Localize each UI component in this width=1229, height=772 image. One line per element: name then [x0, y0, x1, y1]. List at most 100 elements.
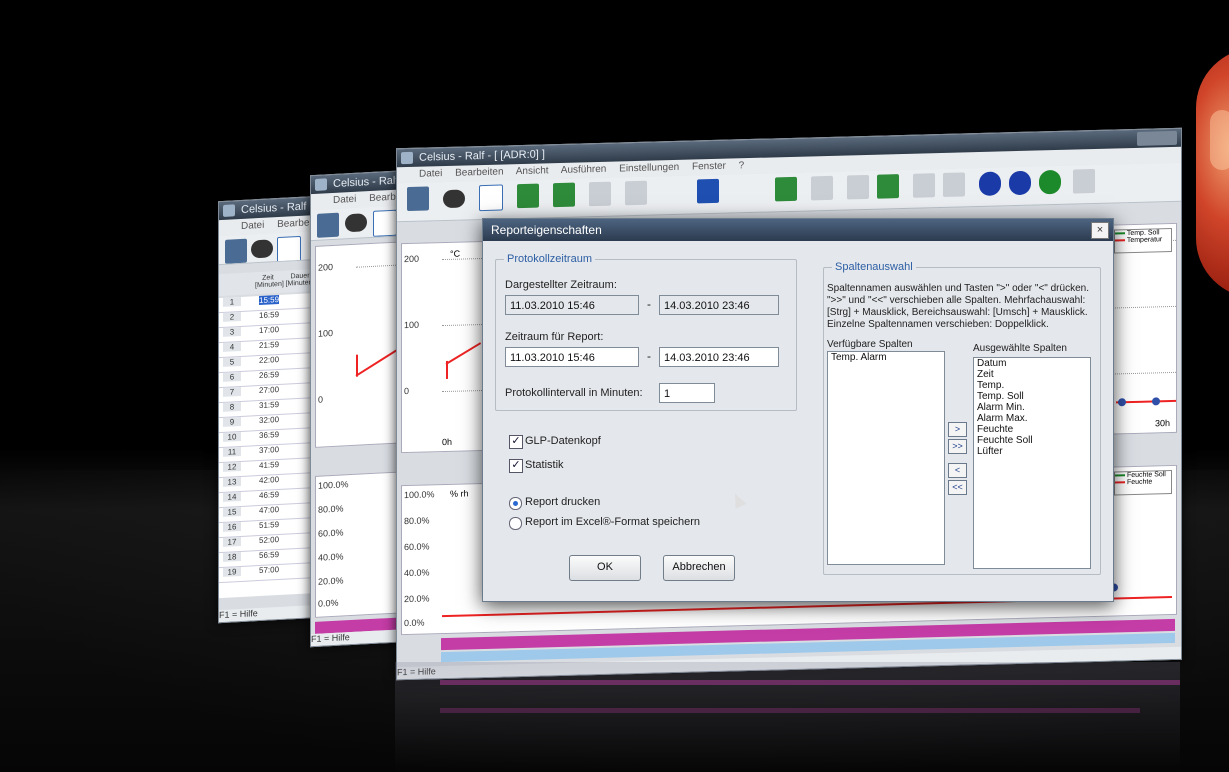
selected-column-item[interactable]: Zeit [974, 369, 1090, 380]
selected-column-item[interactable]: Temp. [974, 380, 1090, 391]
alarm-icon[interactable] [877, 174, 899, 199]
row-number: 10 [223, 431, 241, 442]
unit-label: % rh [450, 488, 469, 499]
row-value: 57:00 [259, 564, 280, 576]
selected-column-item[interactable]: Temp. Soll [974, 391, 1090, 402]
statistik-checkbox[interactable]: ✓ [509, 459, 523, 473]
row-value: 36:59 [259, 429, 280, 441]
document-icon[interactable] [479, 184, 503, 212]
unit-label: °C [450, 248, 461, 259]
app-icon [223, 204, 235, 217]
available-column-item[interactable]: Temp. Alarm [828, 352, 944, 363]
available-columns-label: Verfügbare Spalten [827, 339, 913, 350]
row-number: 16 [223, 521, 241, 532]
selected-column-item[interactable]: Feuchte Soll [974, 435, 1090, 446]
move-left-button[interactable]: < [948, 463, 967, 478]
selected-column-item[interactable]: Alarm Max. [974, 413, 1090, 424]
grid-icon[interactable] [1073, 168, 1095, 194]
menu-datei[interactable]: Datei [333, 194, 356, 206]
zoom-fit-icon[interactable] [1039, 169, 1061, 195]
print-icon[interactable] [345, 213, 367, 233]
row-number: 13 [223, 476, 241, 487]
selected-column-item[interactable]: Lüfter [974, 446, 1090, 457]
selected-column-item[interactable]: Alarm Min. [974, 402, 1090, 413]
selected-column-item[interactable]: Feuchte [974, 424, 1090, 435]
transfer-icon[interactable] [625, 180, 647, 206]
temp-line-vertical [356, 354, 358, 377]
download-icon[interactable] [553, 182, 575, 208]
open-icon[interactable] [317, 212, 339, 238]
export-icon[interactable] [811, 175, 833, 201]
stop-icon[interactable] [943, 172, 965, 197]
print-icon[interactable] [443, 189, 465, 209]
row-value: 17:00 [259, 324, 280, 336]
selected-column-item[interactable]: Datum [974, 358, 1090, 369]
row-number: 7 [223, 386, 241, 397]
app-icon [401, 151, 413, 165]
upload-icon[interactable] [517, 183, 539, 209]
zoom-out-icon[interactable] [1009, 170, 1031, 196]
document-icon[interactable] [277, 235, 301, 264]
print-icon[interactable] [251, 239, 273, 259]
menu-bearbeiten[interactable]: Bearbeiten [455, 166, 503, 178]
menu-einstellungen[interactable]: Einstellungen [619, 162, 679, 175]
zoom-in-icon[interactable] [979, 171, 1001, 197]
move-all-right-button[interactable]: >> [948, 439, 967, 454]
cancel-button[interactable]: Abbrechen [663, 555, 735, 581]
ok-button[interactable]: OK [569, 555, 641, 581]
row-number: 2 [223, 311, 241, 322]
glp-label: GLP-Datenkopf [525, 435, 601, 447]
chart-icon[interactable] [847, 174, 869, 200]
row-value: 26:59 [259, 369, 280, 381]
data-point [1152, 397, 1160, 406]
menu-ausfuehren[interactable]: Ausführen [561, 164, 607, 176]
intervall-field[interactable]: 1 [659, 383, 715, 403]
document-icon[interactable] [373, 209, 397, 237]
menu-ansicht[interactable]: Ansicht [516, 165, 549, 177]
row-number: 4 [223, 341, 241, 352]
menu-fenster[interactable]: Fenster [692, 161, 726, 173]
row-value: 15:59 [259, 294, 280, 306]
row-number: 3 [223, 326, 241, 337]
menu-datei[interactable]: Datei [419, 168, 442, 180]
open-icon[interactable] [225, 238, 247, 264]
orb-highlight [1210, 110, 1229, 170]
window-controls[interactable] [1137, 130, 1177, 146]
menu-help[interactable]: ? [739, 160, 745, 171]
move-all-left-button[interactable]: << [948, 480, 967, 495]
selected-columns-list[interactable]: Datum Zeit Temp. Temp. Soll Alarm Min. A… [973, 357, 1091, 569]
move-right-button[interactable]: > [948, 422, 967, 437]
report-excel-radio[interactable] [509, 517, 522, 530]
x-axis-label: 0h [442, 436, 453, 448]
y-tick-label: 20.0% [318, 575, 344, 587]
legend-top: Temp. Soll Temperatur [1114, 227, 1172, 254]
dialog-titlebar: Reporteigenschaften × [483, 219, 1113, 241]
report-print-radio[interactable] [509, 497, 522, 510]
sync-icon[interactable] [589, 181, 611, 207]
open-icon[interactable] [407, 186, 429, 212]
y-tick-label: 0.0% [318, 597, 339, 609]
report-print-label: Report drucken [525, 496, 601, 508]
stage: Celsius - Ralf - [ [A Datei Bearbeiten A… [0, 0, 1229, 772]
y-tick-label: 80.0% [318, 503, 344, 515]
report-icon[interactable] [775, 176, 797, 202]
play-icon[interactable] [913, 173, 935, 198]
row-number: 18 [223, 551, 241, 562]
row-value: 27:00 [259, 384, 280, 396]
menu-datei[interactable]: Datei [241, 220, 264, 232]
row-value: 56:59 [259, 549, 280, 561]
available-columns-list[interactable]: Temp. Alarm [827, 351, 945, 565]
report-to-field[interactable]: 14.03.2010 23:46 [659, 347, 779, 367]
report-from-field[interactable]: 11.03.2010 15:46 [505, 347, 639, 367]
y-tick-label: 60.0% [318, 527, 344, 539]
y-tick-label: 200 [318, 261, 334, 273]
dialog-close-button[interactable]: × [1091, 222, 1109, 239]
row-number: 15 [223, 506, 241, 517]
intervall-label: Protokollintervall in Minuten: [505, 387, 643, 399]
protokollzeitraum-title: Protokollzeitraum [504, 253, 595, 265]
row-number: 11 [223, 446, 241, 457]
y-tick-label: 20.0% [404, 593, 430, 605]
glp-checkbox[interactable]: ✓ [509, 435, 523, 449]
front-title: Celsius - Ralf - [ [ADR:0] ] [419, 148, 545, 164]
table-icon[interactable] [697, 178, 719, 204]
